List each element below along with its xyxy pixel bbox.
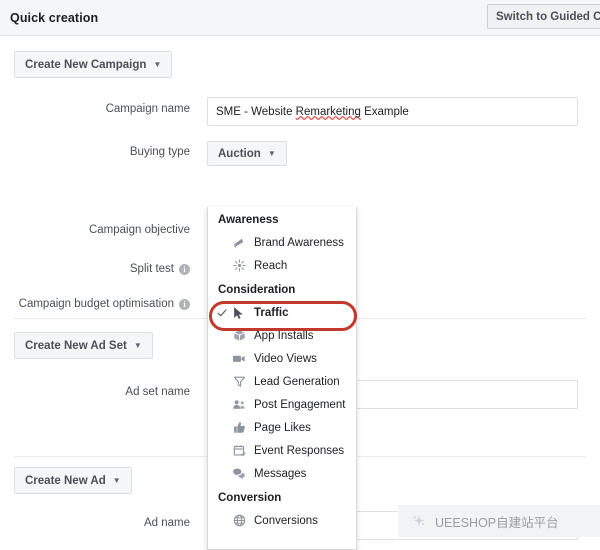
menu-item-label: Page Likes (254, 422, 311, 434)
ueeshop-logo-icon (410, 512, 428, 530)
buying-type-dropdown[interactable]: Auction ▼ (207, 141, 287, 166)
chevron-down-icon: ▼ (153, 60, 161, 69)
menu-item-reach[interactable]: Reach (208, 254, 356, 277)
campaign-name-value: SME - Website Remarketing Example (216, 106, 409, 118)
info-icon[interactable]: i (179, 299, 190, 310)
menu-section-header: Awareness (208, 207, 356, 231)
menu-item-label: Video Views (254, 353, 317, 365)
chevron-down-icon: ▼ (113, 476, 121, 485)
ad-name-label: Ad name (0, 517, 190, 529)
menu-item-traffic[interactable]: Traffic (208, 301, 356, 324)
menu-item-label: Event Responses (254, 445, 344, 457)
create-new-ad-set-button[interactable]: Create New Ad Set ▼ (14, 332, 153, 359)
chat-bubbles-icon (232, 467, 246, 481)
box-icon (232, 329, 246, 343)
calendar-icon (232, 444, 246, 458)
thumbs-up-icon (232, 421, 246, 435)
menu-item-event-responses[interactable]: Event Responses (208, 439, 356, 462)
menu-item-lead-generation[interactable]: Lead Generation (208, 370, 356, 393)
menu-item-app-installs[interactable]: App Installs (208, 324, 356, 347)
menu-item-label: Brand Awareness (254, 237, 344, 249)
create-new-ad-set-label: Create New Ad Set (25, 340, 127, 352)
campaign-name-label: Campaign name (0, 103, 190, 115)
menu-item-messages[interactable]: Messages (208, 462, 356, 485)
check-icon (217, 308, 227, 318)
people-icon (232, 398, 246, 412)
menu-item-page-likes[interactable]: Page Likes (208, 416, 356, 439)
watermark-text: UEESHOP自建站平台 (435, 512, 559, 531)
page-title: Quick creation (10, 11, 98, 25)
menu-item-label: Lead Generation (254, 376, 340, 388)
menu-item-video-views[interactable]: Video Views (208, 347, 356, 370)
burst-icon (232, 259, 246, 273)
watermark: UEESHOP自建站平台 (398, 505, 600, 537)
chevron-down-icon: ▼ (134, 341, 142, 350)
menu-item-label: App Installs (254, 330, 313, 342)
create-new-ad-label: Create New Ad (25, 475, 106, 487)
menu-section-header: Consideration (208, 277, 356, 301)
campaign-objective-label: Campaign objective (0, 224, 190, 236)
menu-item-label: Traffic (254, 307, 289, 319)
campaign-budget-optimisation-label: Campaign budget optimisation i (0, 298, 190, 310)
ad-set-name-label: Ad set name (0, 386, 190, 398)
menu-item-label: Messages (254, 468, 306, 480)
campaign-name-input[interactable]: SME - Website Remarketing Example (207, 97, 578, 126)
chevron-down-icon: ▼ (268, 149, 276, 158)
buying-type-label: Buying type (0, 146, 190, 158)
menu-item-label: Reach (254, 260, 287, 272)
funnel-icon (232, 375, 246, 389)
create-new-ad-button[interactable]: Create New Ad ▼ (14, 467, 132, 494)
create-new-campaign-button[interactable]: Create New Campaign ▼ (14, 51, 172, 78)
split-test-label: Split test i (0, 263, 190, 275)
menu-item-brand-awareness[interactable]: Brand Awareness (208, 231, 356, 254)
menu-item-post-engagement[interactable]: Post Engagement (208, 393, 356, 416)
switch-to-guided-creation-button[interactable]: Switch to Guided Cre (487, 4, 600, 29)
menu-item-label: Conversions (254, 515, 318, 527)
globe-icon (232, 514, 246, 528)
campaign-objective-menu[interactable]: Awareness Brand Awareness Reach Considerati… (207, 207, 357, 550)
megaphone-icon (232, 236, 246, 250)
info-icon[interactable]: i (179, 264, 190, 275)
create-new-campaign-label: Create New Campaign (25, 59, 146, 71)
buying-type-value: Auction (218, 148, 261, 160)
top-header-bar: Quick creation Switch to Guided Cre (0, 0, 600, 36)
video-camera-icon (232, 352, 246, 366)
menu-section-header: Conversion (208, 485, 356, 509)
menu-item-label: Post Engagement (254, 399, 345, 411)
cursor-icon (232, 306, 246, 320)
menu-item-conversions[interactable]: Conversions (208, 509, 356, 532)
